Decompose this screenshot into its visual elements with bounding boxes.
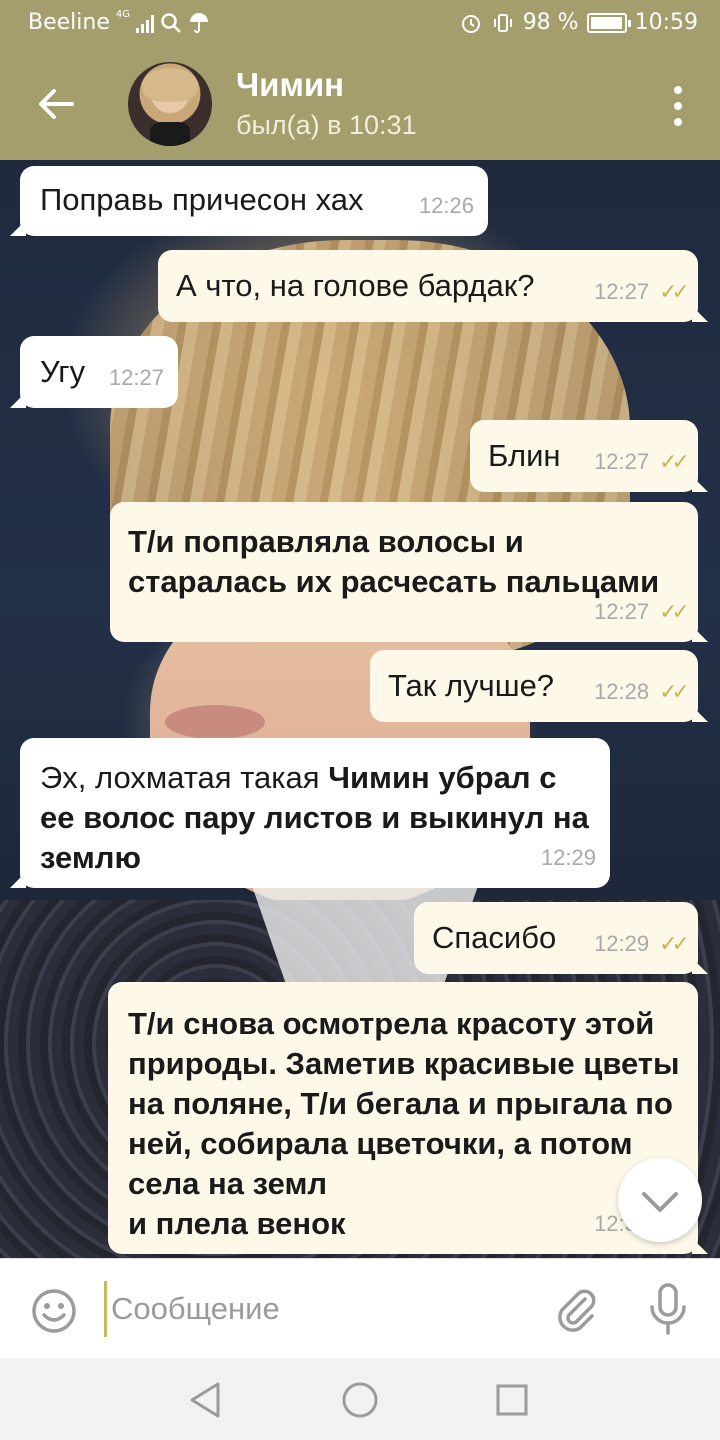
- message-text-tail: и плела венок: [128, 1206, 346, 1241]
- more-menu-button[interactable]: [670, 86, 686, 126]
- more-vertical-icon: [674, 86, 682, 94]
- double-check-icon: ✓✓: [659, 679, 690, 704]
- message-bubble-outgoing[interactable]: Т/и поправляла волосы и старалась их рас…: [110, 502, 698, 642]
- status-right: 98 % 10:59: [459, 10, 698, 35]
- message-time: 12:27: [594, 449, 650, 474]
- message-time: 12:29: [540, 845, 596, 870]
- message-meta: 12:29: [541, 838, 596, 878]
- message-bubble-incoming[interactable]: Поправь причесон хах 12:26: [20, 166, 488, 236]
- triangle-back-icon: [190, 1382, 220, 1418]
- message-meta: 12:29 ✓✓: [594, 924, 690, 964]
- message-text: Т/и поправляла волосы и старалась их рас…: [128, 524, 660, 599]
- message-time: 12:27: [594, 599, 650, 624]
- message-time: 12:29: [594, 931, 650, 956]
- message-composer: [0, 1258, 720, 1358]
- scroll-to-bottom-button[interactable]: [618, 1158, 702, 1242]
- message-time: 12:27: [108, 365, 164, 390]
- message-time: 12:28: [594, 679, 650, 704]
- message-bubble-outgoing[interactable]: Спасибо 12:29 ✓✓: [414, 902, 698, 974]
- system-nav-bar: [0, 1358, 720, 1440]
- message-time: 12:27: [594, 279, 650, 304]
- message-meta: 12:27 ✓✓: [594, 272, 690, 312]
- message-meta: 12:27 ✓✓: [594, 442, 690, 482]
- battery-fill: [590, 16, 622, 29]
- double-check-icon: ✓✓: [659, 599, 690, 624]
- message-meta: 12:27 ✓✓: [594, 592, 690, 632]
- alarm-icon: [461, 14, 480, 33]
- message-text-main: Т/и снова осмотрела красоту этой природы…: [128, 1006, 680, 1201]
- microphone-button[interactable]: [646, 1281, 690, 1337]
- circle-home-icon: [342, 1382, 378, 1418]
- message-text-regular: Эх, лохматая такая: [40, 760, 329, 795]
- message-meta: 12:28 ✓✓: [594, 672, 690, 712]
- search-icon: [161, 12, 181, 33]
- status-left: Beeline 4G: [28, 9, 210, 35]
- message-bubble-outgoing[interactable]: А что, на голове бардак? 12:27 ✓✓: [158, 250, 698, 322]
- avatar[interactable]: [128, 62, 212, 146]
- paperclip-icon: [558, 1289, 596, 1332]
- chevron-down-icon: [642, 1192, 678, 1212]
- umbrella-icon: [190, 12, 208, 33]
- message-time: 12:26: [418, 193, 474, 218]
- nav-back-button[interactable]: [184, 1378, 228, 1422]
- network-type: 4G: [115, 9, 130, 20]
- square-recents-icon: [496, 1384, 528, 1416]
- attach-button[interactable]: [552, 1285, 600, 1333]
- status-bar: Beeline 4G 98 % 10:59: [0, 0, 720, 48]
- message-text: Эх, лохматая такая Чимин убрал с ее воло…: [40, 758, 590, 878]
- message-bubble-incoming[interactable]: Эх, лохматая такая Чимин убрал с ее воло…: [20, 738, 610, 888]
- message-bubble-incoming[interactable]: Угу 12:27: [20, 336, 178, 408]
- emoji-button[interactable]: [30, 1287, 78, 1335]
- chat-header: Чимин был(а) в 10:31: [0, 48, 720, 160]
- battery-percent: 98 %: [522, 10, 579, 35]
- double-check-icon: ✓✓: [659, 449, 690, 474]
- message-meta: 12:26: [419, 186, 474, 226]
- contact-name[interactable]: Чимин: [236, 66, 344, 104]
- vibrate-icon: [493, 13, 512, 32]
- arrow-left-icon: [39, 89, 74, 119]
- back-button[interactable]: [34, 82, 78, 126]
- message-meta: 12:27: [109, 358, 164, 398]
- smiley-icon: [32, 1289, 76, 1333]
- nav-home-button[interactable]: [338, 1378, 382, 1422]
- double-check-icon: ✓✓: [659, 931, 690, 956]
- nav-recents-button[interactable]: [490, 1378, 534, 1422]
- carrier-label: Beeline: [28, 10, 110, 35]
- double-check-icon: ✓✓: [659, 279, 690, 304]
- message-bubble-outgoing[interactable]: Так лучше? 12:28 ✓✓: [370, 650, 698, 722]
- message-bubble-outgoing[interactable]: Блин 12:27 ✓✓: [470, 420, 698, 492]
- message-bubble-outgoing[interactable]: Т/и снова осмотрела красоту этой природы…: [108, 982, 698, 1254]
- chat-area[interactable]: Поправь причесон хах 12:26 А что, на гол…: [0, 160, 720, 1258]
- microphone-icon: [650, 1283, 686, 1335]
- contact-status: был(а) в 10:31: [236, 110, 417, 140]
- clock: 10:59: [634, 10, 698, 35]
- message-input[interactable]: [104, 1281, 534, 1337]
- battery-icon: [586, 12, 631, 33]
- signal-icon: [136, 13, 154, 33]
